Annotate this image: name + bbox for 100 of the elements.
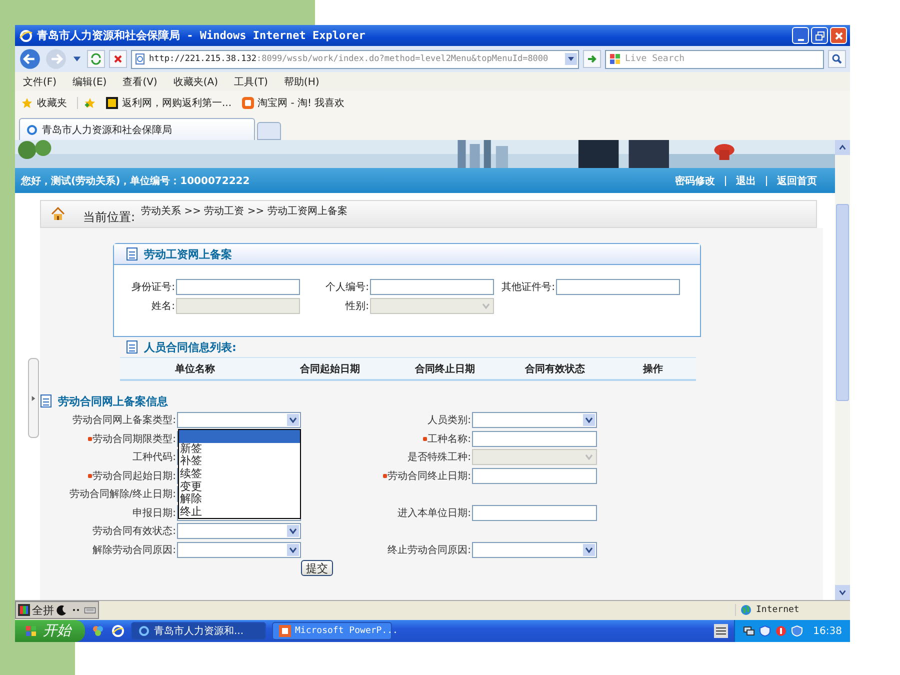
field-label: 是否特殊工种:	[408, 450, 471, 464]
go-button[interactable]	[583, 50, 601, 68]
refresh-button[interactable]	[87, 50, 105, 68]
square-logo-icon	[106, 97, 118, 109]
select-field[interactable]	[472, 412, 597, 428]
stop-button[interactable]	[109, 50, 127, 68]
favorites-button[interactable]: 收藏夹	[21, 96, 67, 110]
submit-button[interactable]: 提交	[301, 560, 333, 576]
moon-icon[interactable]	[56, 604, 68, 616]
shield-icon[interactable]	[759, 625, 772, 637]
dropdown-option[interactable]: 变更	[179, 480, 300, 494]
minimize-button[interactable]	[792, 27, 809, 44]
scroll-up-button[interactable]	[835, 140, 850, 155]
windows-flag-icon	[25, 625, 37, 637]
field-label: 身份证号:	[130, 281, 176, 294]
field-label: 人员类别:	[428, 414, 471, 428]
network-icon[interactable]	[743, 625, 756, 637]
expand-arrow-icon	[31, 394, 36, 402]
select-field[interactable]	[177, 412, 301, 428]
field-label: 工种名称:	[428, 432, 471, 446]
home-icon	[51, 207, 65, 221]
collapse-handle[interactable]	[28, 358, 39, 438]
menu-item[interactable]: 收藏夹(A)	[173, 74, 218, 88]
window-title: 青岛市人力资源和社会保障局 - Windows Internet Explorer	[37, 28, 366, 43]
dropdown-option[interactable]: 终止	[179, 506, 300, 518]
field-label: 劳动合同有效状态:	[92, 524, 176, 538]
presentation-icon	[279, 625, 291, 637]
text-field[interactable]	[176, 279, 300, 295]
field-label: 其他证件号:	[500, 280, 556, 294]
back-button[interactable]	[19, 48, 41, 70]
menu-item[interactable]: 查看(V)	[122, 74, 158, 88]
document-icon	[40, 394, 52, 408]
ie-logo-icon	[19, 28, 33, 42]
text-field[interactable]	[472, 468, 597, 484]
minimize-icon	[798, 38, 804, 40]
select-field[interactable]	[177, 542, 301, 558]
text-field[interactable]	[370, 279, 494, 295]
document-icon	[126, 340, 138, 354]
section-title: 劳动合同网上备案信息	[58, 394, 168, 408]
dropdown-caret-icon	[287, 525, 299, 538]
column-header: 合同终止日期	[414, 362, 476, 376]
field-label: 性别:	[344, 300, 370, 313]
column-header: 操作	[642, 362, 664, 376]
ime-logo-icon	[18, 604, 30, 616]
scroll-thumb[interactable]	[836, 204, 849, 401]
scrollbar[interactable]	[835, 140, 850, 600]
input-method-icon[interactable]	[714, 624, 728, 638]
ie-page-icon	[26, 124, 38, 136]
dropdown-caret-icon[interactable]	[565, 53, 577, 65]
restore-button[interactable]	[811, 27, 828, 44]
ie-icon	[138, 625, 150, 637]
dropdown-option[interactable]: 续签	[179, 468, 300, 481]
breadcrumb-path: 劳动关系 >> 劳动工资 >> 劳动工资网上备案	[141, 204, 348, 218]
ime-mode[interactable]: 全拼	[32, 602, 54, 618]
select-field[interactable]	[472, 542, 597, 558]
ie-icon[interactable]	[111, 624, 125, 638]
rounded-logo-icon	[242, 97, 254, 109]
dropdown-option[interactable]: 补签	[179, 455, 300, 468]
add-favorite-icon[interactable]	[77, 97, 96, 109]
favorite-link[interactable]: 淘宝网 - 淘! 我喜欢	[242, 96, 345, 110]
windows-flag-icon	[609, 53, 621, 65]
restore-icon	[814, 30, 824, 40]
menu-item[interactable]: 文件(F)	[23, 74, 57, 88]
dropdown-option[interactable]: 新签	[179, 442, 300, 456]
browser-tab[interactable]: 青岛市人力资源和社会保障局	[19, 118, 255, 140]
favorite-link[interactable]: 返利网，网购返利第一...	[106, 96, 232, 110]
select-field[interactable]	[177, 523, 301, 540]
security-alert-icon[interactable]	[775, 625, 788, 637]
close-button[interactable]	[830, 27, 847, 44]
taskbar-button[interactable]: 青岛市人力资源和...	[131, 622, 266, 640]
field-label: 劳动合同起始日期:	[92, 470, 176, 483]
greeting-text: 您好，测试(劳动关系)，单位编号：1000072222	[21, 174, 250, 188]
ime-toolbar[interactable]: 全拼	[15, 601, 99, 619]
search-button[interactable]	[828, 50, 846, 68]
stop-icon	[112, 53, 124, 65]
menu-item[interactable]: 帮助(H)	[284, 74, 320, 88]
dropdown-caret-icon	[287, 544, 299, 556]
menu-item[interactable]: 编辑(E)	[72, 74, 107, 88]
close-icon	[834, 30, 844, 40]
globe-icon	[740, 604, 752, 616]
field-label: 终止劳动合同原因:	[388, 544, 471, 557]
new-tab-button[interactable]	[257, 122, 281, 140]
media-icon[interactable]	[91, 624, 105, 638]
dropdown-caret-icon	[583, 414, 595, 426]
breadcrumb-label: 当前位置:	[83, 208, 136, 226]
field-label: 姓名:	[150, 300, 176, 313]
field-label: 劳动合同终止日期:	[388, 470, 471, 483]
text-field[interactable]	[472, 504, 597, 521]
field-label: 个人编号:	[324, 280, 370, 294]
dropdown-option[interactable]: 解除	[179, 493, 300, 506]
field-label: 劳动合同网上备案类型:	[72, 414, 176, 428]
text-field[interactable]	[556, 279, 680, 295]
clock: 16:38	[813, 626, 842, 636]
scroll-down-button[interactable]	[835, 585, 850, 600]
field-label: 解除劳动合同原因:	[92, 544, 176, 557]
menu-item[interactable]: 工具(T)	[234, 74, 268, 88]
text-field[interactable]	[472, 430, 597, 447]
address-field[interactable]: http://221.215.38.132:8099/wssb/work/index.do?method=level2Menu&topMenuId=8000	[131, 50, 579, 68]
field-label: 进入本单位日期:	[398, 506, 471, 520]
column-header: 合同有效状态	[524, 362, 586, 376]
